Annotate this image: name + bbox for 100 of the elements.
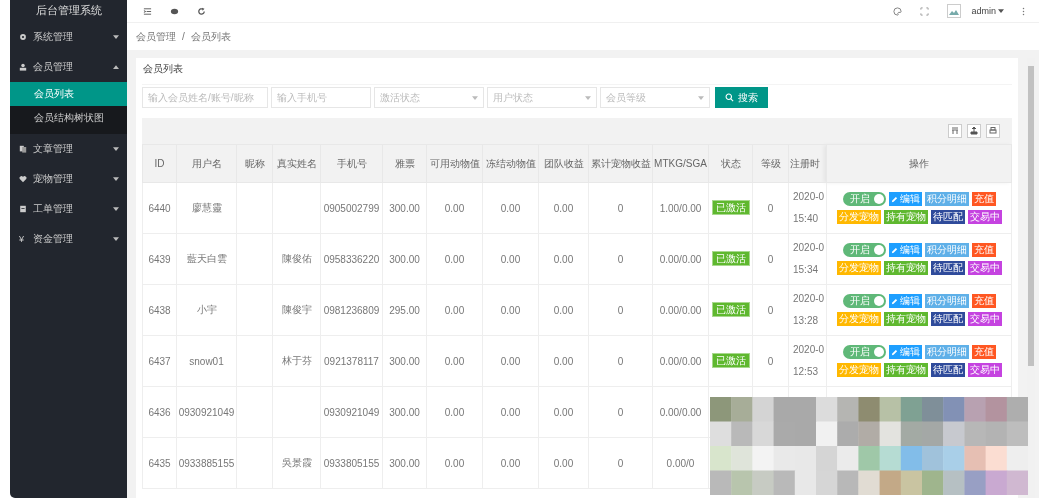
action-button[interactable]: 交易中 bbox=[967, 312, 1002, 326]
table-cell: 0 bbox=[588, 335, 653, 387]
caret-icon bbox=[998, 9, 1004, 13]
action-button[interactable]: 分发宠物 bbox=[836, 312, 881, 326]
action-button[interactable]: 积分明细 bbox=[924, 294, 969, 308]
breadcrumb-link[interactable]: 会员管理 bbox=[136, 29, 176, 44]
table-cell: 0 bbox=[588, 182, 653, 234]
status-badge: 已激活 bbox=[711, 251, 750, 266]
action-button[interactable]: 持有宠物 bbox=[883, 210, 928, 224]
action-button[interactable]: 待匹配 bbox=[930, 210, 965, 224]
breadcrumb-link[interactable]: 会员列表 bbox=[190, 29, 231, 44]
action-button[interactable]: 充值 bbox=[971, 243, 996, 257]
column-header: 操作 bbox=[826, 144, 1012, 183]
table-cell: 0.00 bbox=[426, 335, 483, 387]
palette-icon[interactable] bbox=[893, 6, 903, 16]
toggle-switch[interactable]: 开启 bbox=[842, 345, 886, 359]
table-cell: 0958336220 bbox=[320, 233, 383, 285]
input-field[interactable]: 输入手机号 bbox=[271, 87, 371, 108]
menu-item[interactable]: 工单管理 bbox=[10, 194, 127, 224]
action-button[interactable]: 分发宠物 bbox=[836, 210, 881, 224]
action-button[interactable]: 充值 bbox=[971, 345, 996, 359]
action-button[interactable]: 交易中 bbox=[967, 261, 1002, 275]
caret-icon bbox=[113, 65, 119, 69]
table-cell: 0.00 bbox=[426, 284, 483, 336]
app-title: 后台管理系统 bbox=[34, 3, 103, 18]
action-button[interactable]: 积分明细 bbox=[924, 243, 969, 257]
export-icon[interactable] bbox=[967, 124, 981, 138]
action-button[interactable]: 充值 bbox=[971, 294, 996, 308]
menu-item[interactable]: 会员管理 bbox=[10, 52, 127, 82]
table-cell: 0933805155 bbox=[320, 437, 383, 489]
table-cell: 0.00/0.00 bbox=[652, 233, 709, 285]
table-cell: 0981236809 bbox=[320, 284, 383, 336]
edit-button[interactable]: 编辑 bbox=[888, 294, 922, 308]
table-cell: 0 bbox=[752, 233, 789, 285]
action-button[interactable]: 积分明细 bbox=[924, 192, 969, 206]
action-button[interactable]: 持有宠物 bbox=[883, 261, 928, 275]
select-field[interactable]: 用户状态 bbox=[487, 87, 597, 108]
action-button[interactable]: 交易中 bbox=[967, 363, 1002, 377]
caret-icon bbox=[698, 95, 704, 100]
table-cell: 300.00 bbox=[382, 182, 427, 234]
menu-item[interactable]: 文章管理 bbox=[10, 134, 127, 164]
gear-icon bbox=[19, 33, 27, 41]
column-header: 雅票 bbox=[382, 144, 427, 183]
table-cell: 0.00/0.00 bbox=[652, 335, 709, 387]
action-button[interactable]: 持有宠物 bbox=[883, 312, 928, 326]
refresh-icon[interactable] bbox=[197, 6, 206, 16]
table-cell: 0.00 bbox=[538, 182, 589, 234]
table-cell: 0921378117 bbox=[320, 335, 383, 387]
table-cell: 0 bbox=[588, 437, 653, 489]
toggle-switch[interactable]: 开启 bbox=[842, 192, 886, 206]
action-button[interactable]: 积分明细 bbox=[924, 345, 969, 359]
table-cell: 300.00 bbox=[382, 437, 427, 489]
table-cell: 300.00 bbox=[382, 386, 427, 438]
time-text: 13:28 bbox=[793, 314, 820, 328]
menu-icon[interactable] bbox=[143, 6, 152, 16]
submenu-item[interactable]: 会员列表 bbox=[10, 82, 127, 106]
table-cell: 1.00/0.00 bbox=[652, 182, 709, 234]
action-button[interactable]: 待匹配 bbox=[930, 261, 965, 275]
menu-item[interactable]: ¥ 资金管理 bbox=[10, 224, 127, 254]
edit-button[interactable]: 编辑 bbox=[888, 243, 922, 257]
table-cell: 小宇 bbox=[176, 284, 237, 336]
table-cell: 0 bbox=[588, 386, 653, 438]
select-field[interactable]: 会员等级 bbox=[600, 87, 710, 108]
column-header: 手机号 bbox=[320, 144, 383, 183]
caret-icon bbox=[113, 237, 119, 241]
menu-item[interactable]: 系统管理 bbox=[10, 22, 127, 52]
action-button[interactable]: 分发宠物 bbox=[836, 363, 881, 377]
broken-image-icon bbox=[947, 4, 962, 18]
table-cell: 0 bbox=[752, 284, 789, 336]
table-cell: 0930921049 bbox=[320, 386, 383, 438]
user-menu[interactable]: admin bbox=[971, 6, 996, 16]
toggle-switch[interactable]: 开启 bbox=[842, 243, 886, 257]
search-button[interactable]: 搜索 bbox=[715, 87, 768, 108]
edit-button[interactable]: 编辑 bbox=[888, 192, 922, 206]
chat-bubble-icon[interactable] bbox=[170, 6, 179, 16]
action-button[interactable]: 待匹配 bbox=[930, 312, 965, 326]
select-field[interactable]: 激活状态 bbox=[374, 87, 484, 108]
action-button[interactable]: 待匹配 bbox=[930, 363, 965, 377]
time-text: 15:40 bbox=[793, 212, 820, 226]
column-header: 团队收益 bbox=[538, 144, 589, 183]
column-header: 可用动物值 bbox=[426, 144, 483, 183]
action-button[interactable]: 充值 bbox=[971, 192, 996, 206]
action-button[interactable]: 分发宠物 bbox=[836, 261, 881, 275]
toggle-switch[interactable]: 开启 bbox=[842, 294, 886, 308]
submenu-item[interactable]: 会员结构树状图 bbox=[10, 106, 127, 130]
edit-button[interactable]: 编辑 bbox=[888, 345, 922, 359]
action-button[interactable]: 交易中 bbox=[967, 210, 1002, 224]
table-cell: 林于芬 bbox=[272, 335, 321, 387]
table-cell: 295.00 bbox=[382, 284, 427, 336]
search-icon bbox=[725, 93, 734, 102]
table-cell: 6439 bbox=[142, 233, 177, 285]
caret-icon bbox=[113, 207, 119, 211]
action-button[interactable]: 持有宠物 bbox=[883, 363, 928, 377]
pencil-icon bbox=[890, 246, 898, 254]
table-cell: 0.00 bbox=[538, 284, 589, 336]
table-cell: 6440 bbox=[142, 182, 177, 234]
print-icon[interactable] bbox=[986, 124, 1000, 138]
table-cell: 0930921049 bbox=[176, 386, 237, 438]
pencil-icon bbox=[890, 297, 898, 305]
menu-item[interactable]: 宠物管理 bbox=[10, 164, 127, 194]
